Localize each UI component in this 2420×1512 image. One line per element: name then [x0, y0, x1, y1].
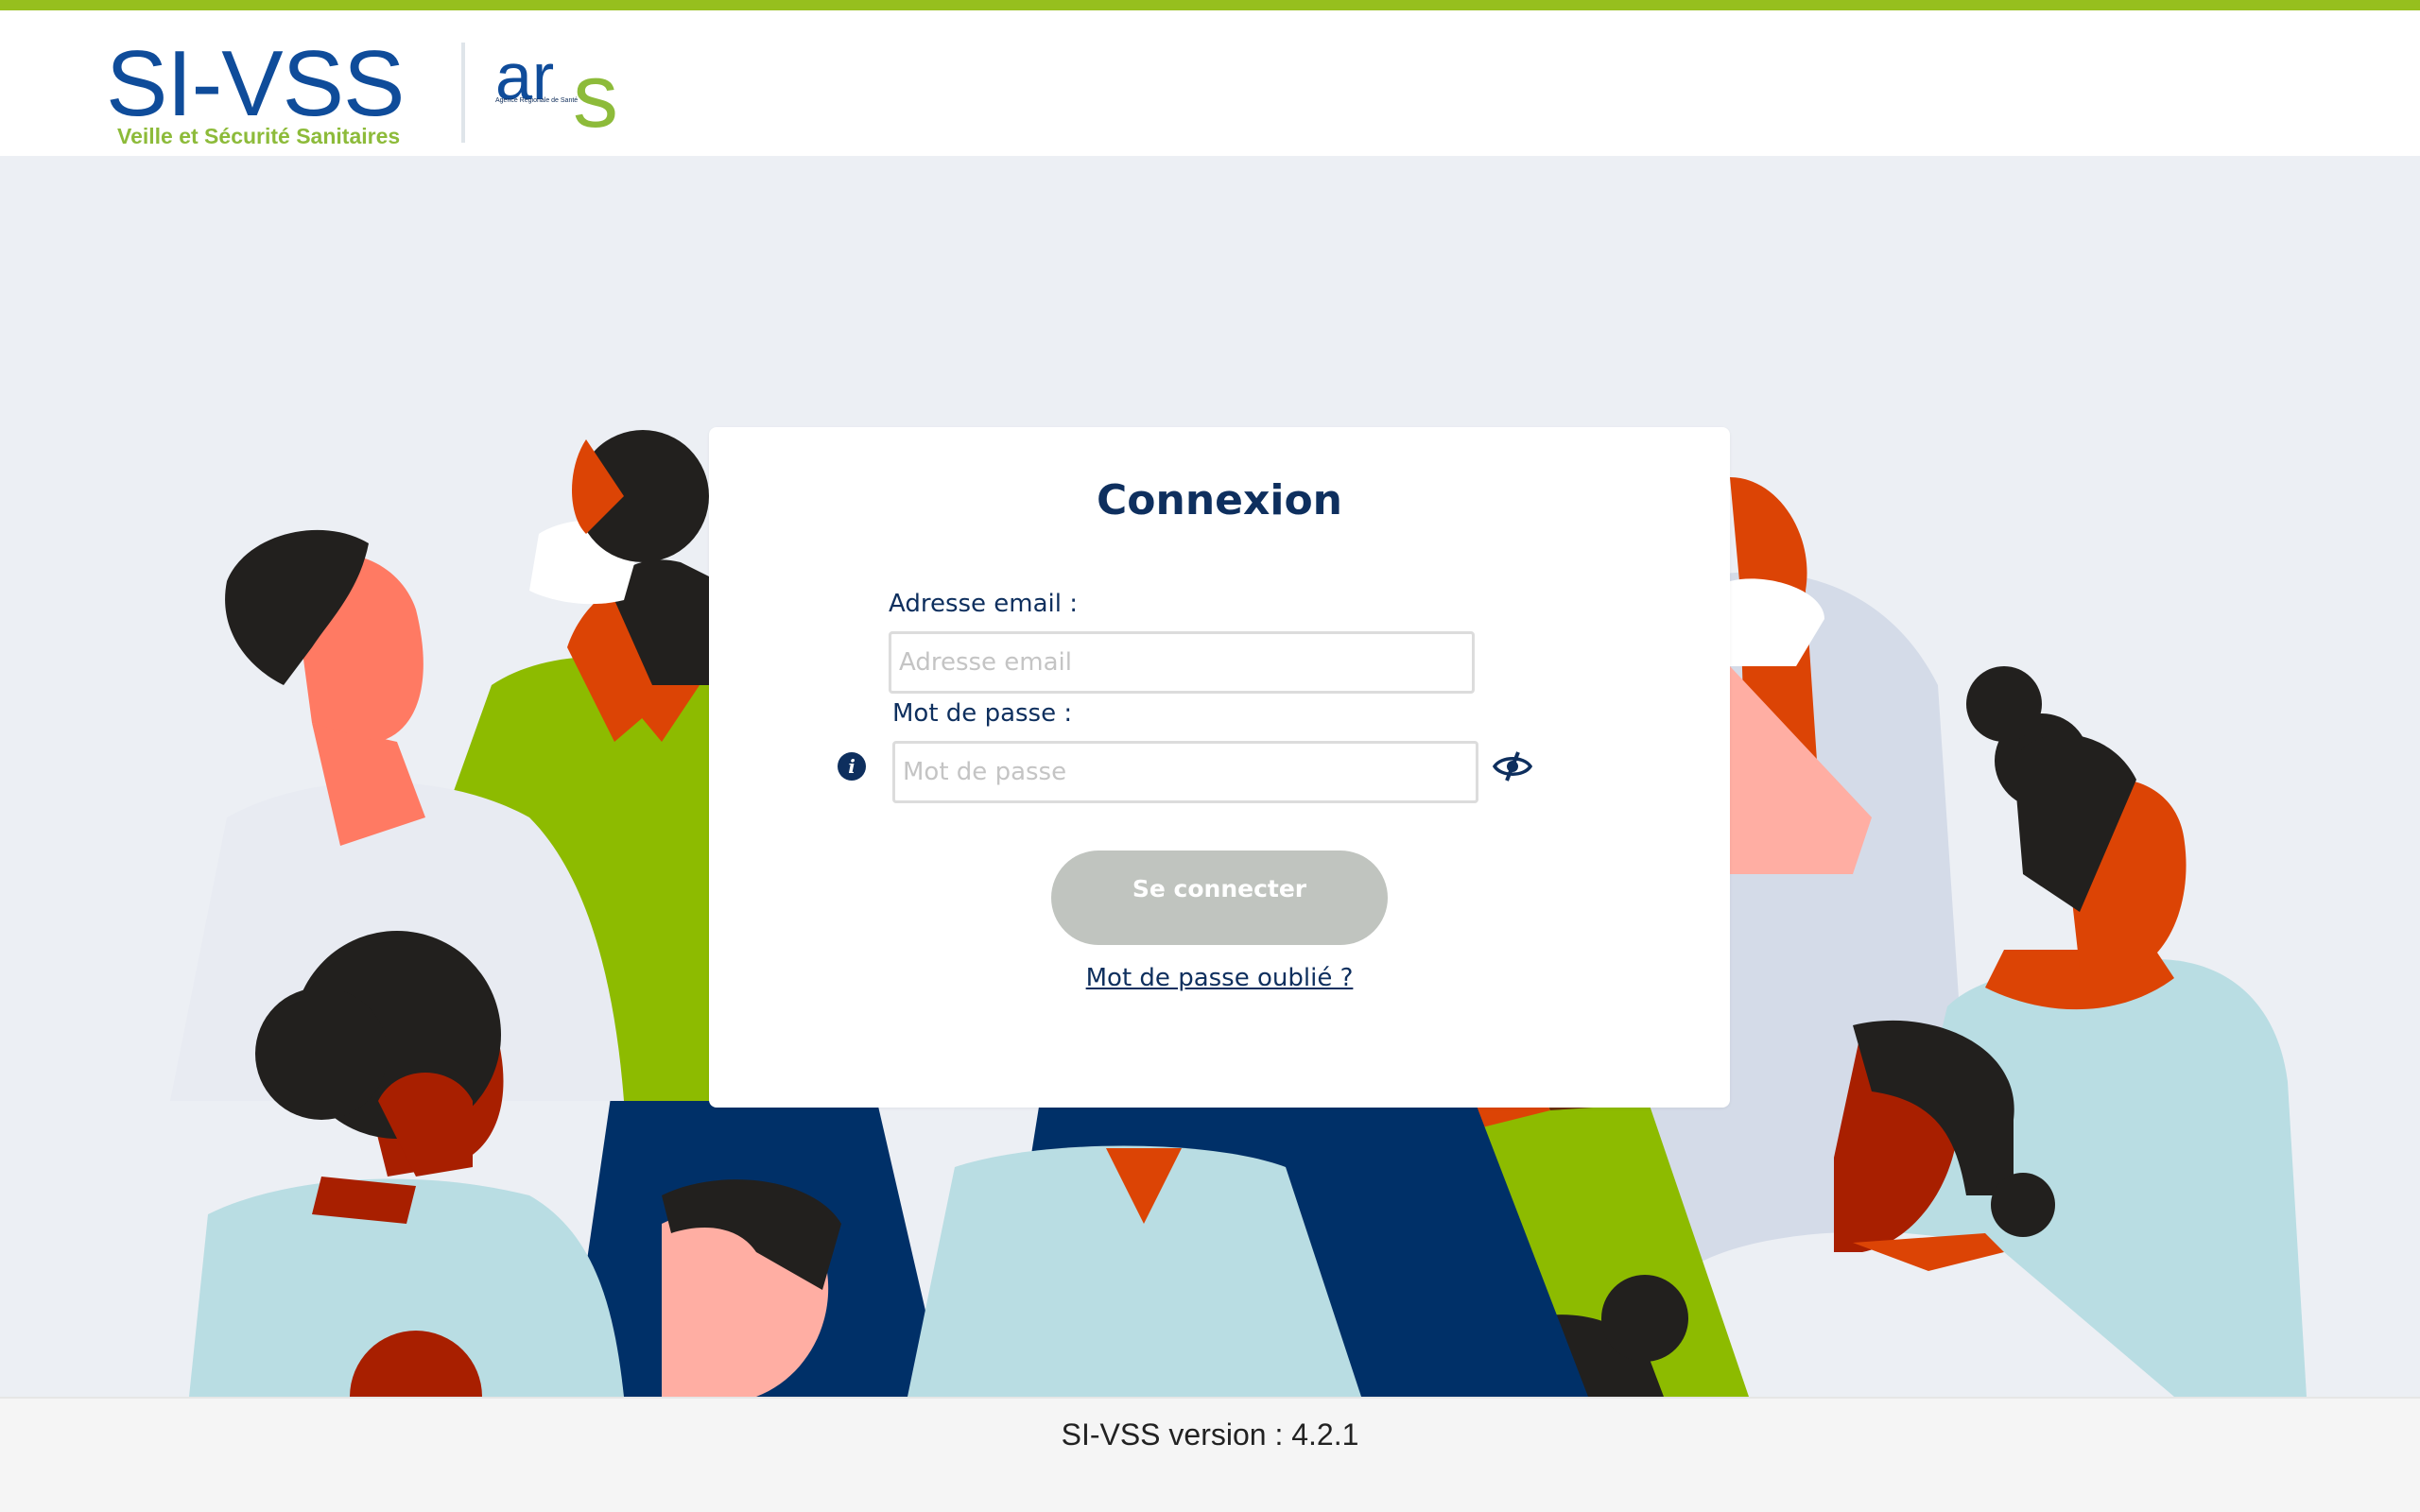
ars-logo: ar s Agence Régionale de Santé — [492, 40, 633, 146]
info-icon[interactable]: i — [838, 752, 866, 781]
footer: SI-VSS version : 4.2.1 — [0, 1397, 2420, 1512]
eye-slash-icon[interactable] — [1492, 750, 1533, 782]
ars-logo-subtitle: Agence Régionale de Santé — [495, 97, 579, 104]
logo-subtitle: Veille et Sécurité Sanitaires — [117, 124, 401, 148]
top-accent-bar — [0, 0, 2420, 10]
ars-logo-s: s — [573, 45, 618, 146]
password-field[interactable] — [892, 741, 1478, 803]
logo-title: SI-VSS — [106, 31, 405, 135]
email-field[interactable] — [889, 631, 1475, 694]
password-label: Mot de passe : — [892, 699, 1073, 728]
logo-divider — [461, 43, 465, 143]
forgot-password-link[interactable]: Mot de passe oublié ? — [709, 964, 1730, 992]
login-button[interactable]: Se connecter — [1051, 850, 1388, 945]
header: SI-VSS Veille et Sécurité Sanitaires ar … — [0, 10, 2420, 156]
login-card: Connexion Adresse email : Mot de passe :… — [709, 427, 1730, 1108]
login-title: Connexion — [1096, 476, 1343, 524]
si-vss-logo: SI-VSS Veille et Sécurité Sanitaires — [106, 31, 427, 152]
email-label: Adresse email : — [889, 590, 1079, 618]
version-text: SI-VSS version : 4.2.1 — [1061, 1418, 1359, 1452]
